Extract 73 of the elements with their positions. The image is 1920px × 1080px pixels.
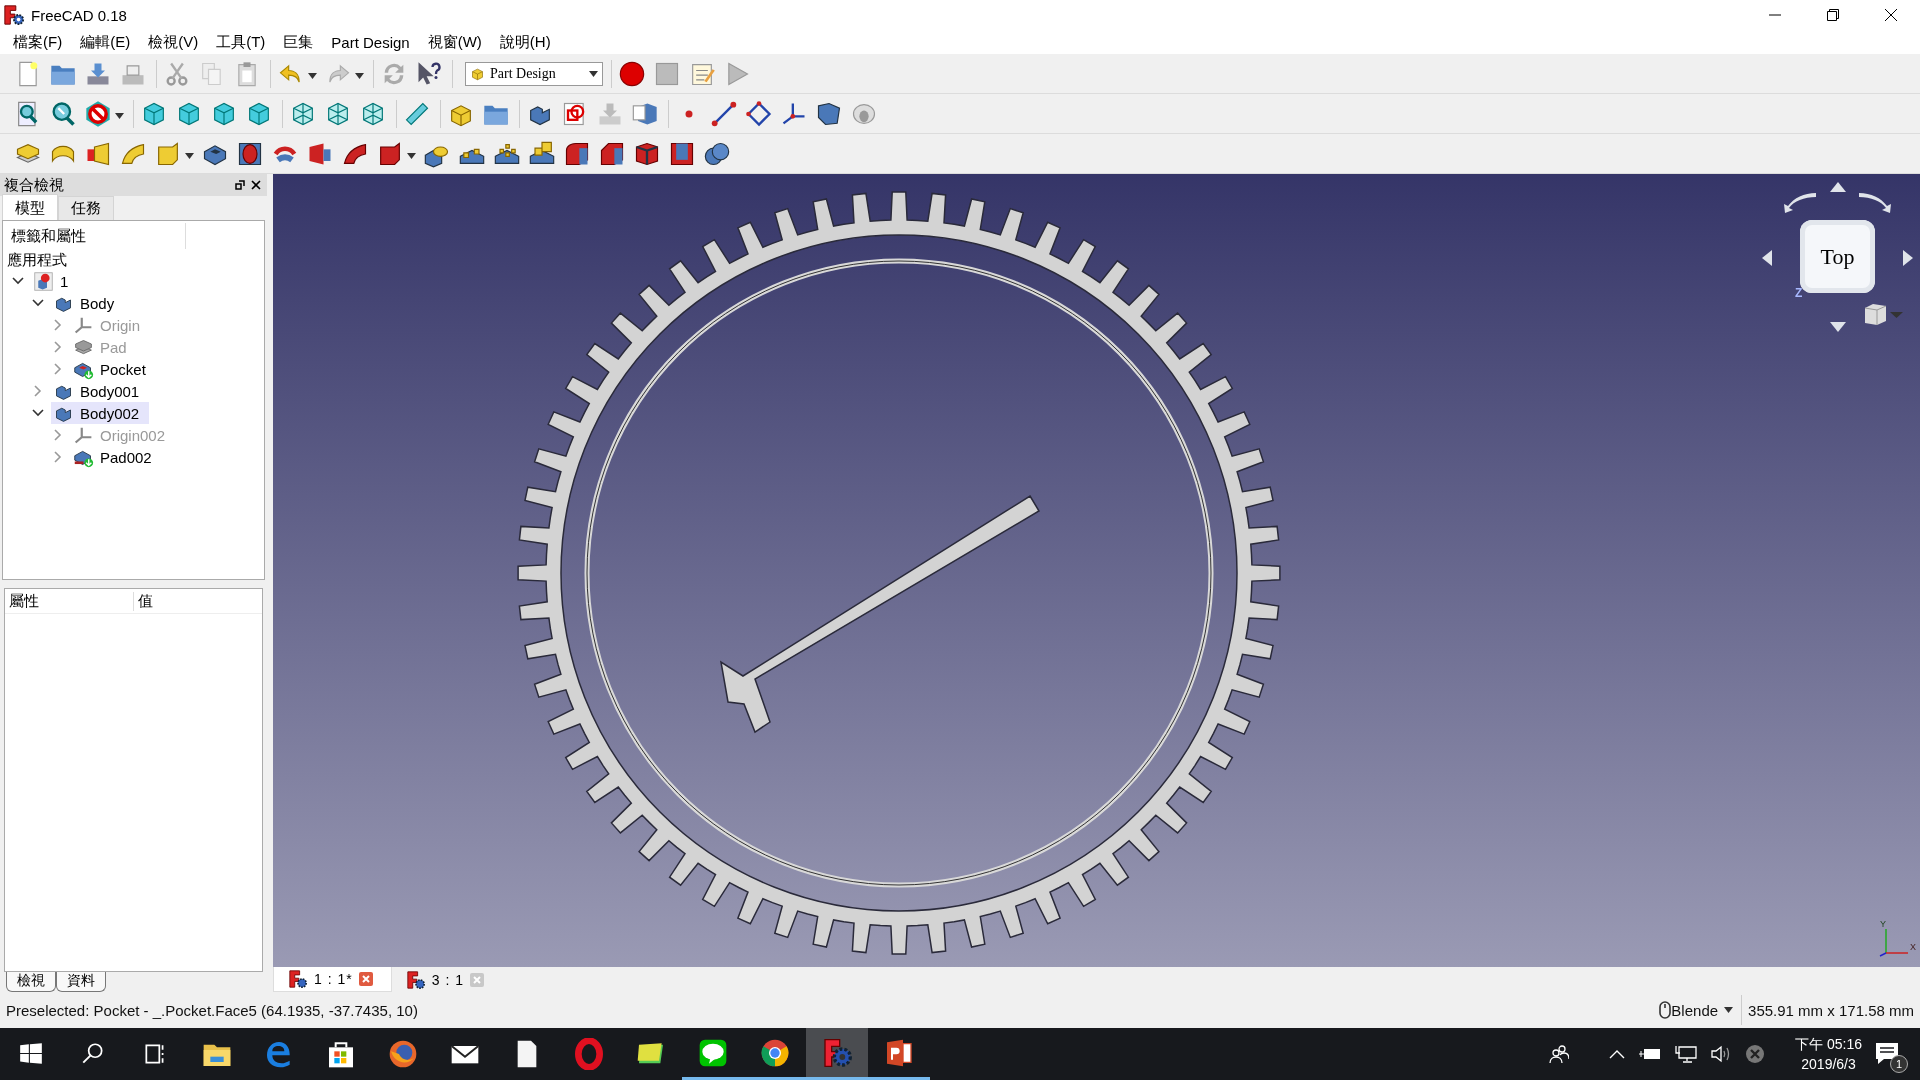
menu-item[interactable]: Part Design [322,33,419,51]
arrow-left-icon[interactable] [1762,250,1772,266]
battery-icon[interactable] [1639,1047,1662,1061]
document-tab[interactable]: 1 : 1* [273,967,392,992]
block-icon [470,66,485,81]
chevron-up-icon[interactable] [1609,1049,1626,1059]
panel-tab[interactable]: 任務 [58,196,114,220]
column-header: 值 [137,591,154,611]
axis-label: X [1910,942,1916,952]
workbench-dropdown[interactable]: Part Design [465,61,603,86]
tree-item[interactable]: Body [51,292,125,314]
gear-letter-icon [821,1036,853,1069]
dimensions-text: 355.91 mm x 171.58 mm [1747,1001,1914,1019]
ring-icon [573,1038,605,1070]
record-icon[interactable] [618,59,646,88]
arrow-right-icon[interactable] [1903,250,1913,266]
axis-label: Z [1795,286,1803,300]
menu-item[interactable]: 檢視(V) [139,32,208,52]
network-icon[interactable] [1675,1045,1698,1063]
mouse-icon [1659,1001,1672,1019]
caret-icon[interactable] [355,72,364,79]
tree-item[interactable]: 1 [31,270,79,292]
notification-badge: 1 [1890,1055,1908,1073]
cube-icon[interactable] [1863,303,1887,326]
clock-date[interactable]: 2019/6/3 [1801,1054,1856,1074]
speaker-icon[interactable] [1711,1045,1732,1063]
menu-item[interactable]: 工具(T) [207,32,275,52]
float-icon[interactable] [235,180,245,190]
window-title: FreeCAD 0.18 [31,6,128,24]
status-message: Preselected: Pocket - _.Pocket.Face5 (64.1935, -37.7435, 10) [6,1001,419,1019]
clock-time[interactable]: 下午 05:16 [1795,1034,1862,1054]
people-icon[interactable] [1549,1044,1570,1064]
app-logo-icon [288,970,308,988]
menu-item[interactable]: 巨集 [274,32,323,52]
close-icon[interactable] [251,180,261,190]
taskbar-button[interactable] [806,1028,868,1080]
menu-item[interactable]: 視窗(W) [418,32,491,52]
column-header: 屬性 [5,591,134,611]
diamond-icon[interactable] [745,99,773,128]
caret-icon[interactable] [185,152,194,159]
tree-item[interactable]: Pocket [71,358,156,380]
tree-item[interactable]: Body002 [51,402,150,424]
error-icon[interactable] [1745,1044,1766,1064]
caret-icon[interactable] [308,72,317,79]
caret-icon[interactable] [407,152,416,159]
close-icon[interactable] [1884,8,1898,22]
app-logo-icon [405,970,426,989]
caret-icon[interactable] [589,70,598,77]
arrow-up-icon[interactable] [1830,182,1846,192]
fox-globe-icon [387,1038,419,1070]
line-icon[interactable] [710,99,738,128]
arrow-down-icon[interactable] [1830,322,1846,332]
panel-tab[interactable]: 資料 [56,972,106,992]
document-tab[interactable]: 3 : 1 [391,967,502,992]
caret-icon[interactable] [1724,1007,1734,1013]
menu-item[interactable]: 檔案(F) [4,32,72,52]
restore-icon[interactable] [1826,8,1840,22]
tree-item[interactable]: Body001 [51,380,150,402]
panel-title: 複合檢視 [4,175,65,195]
app-logo-icon [3,4,25,26]
tree-item[interactable]: Pad002 [71,446,162,468]
panel-tab[interactable]: 模型 [2,194,58,220]
caret-icon[interactable] [115,112,124,119]
menu-item[interactable]: 說明(H) [490,32,560,52]
document-icon [33,270,54,292]
tree-root-label: 應用程式 [7,251,67,268]
axis-label: Y [1880,919,1886,929]
windows-logo-icon[interactable] [18,1041,44,1067]
menu-item[interactable]: 編輯(E) [71,32,140,52]
no-sign-icon[interactable] [84,99,112,128]
column-header: 標籤和屬性 [7,223,186,249]
panel-tab[interactable]: 檢視 [6,972,56,992]
navigation-style-dropdown[interactable]: Blende [1671,995,1743,1025]
